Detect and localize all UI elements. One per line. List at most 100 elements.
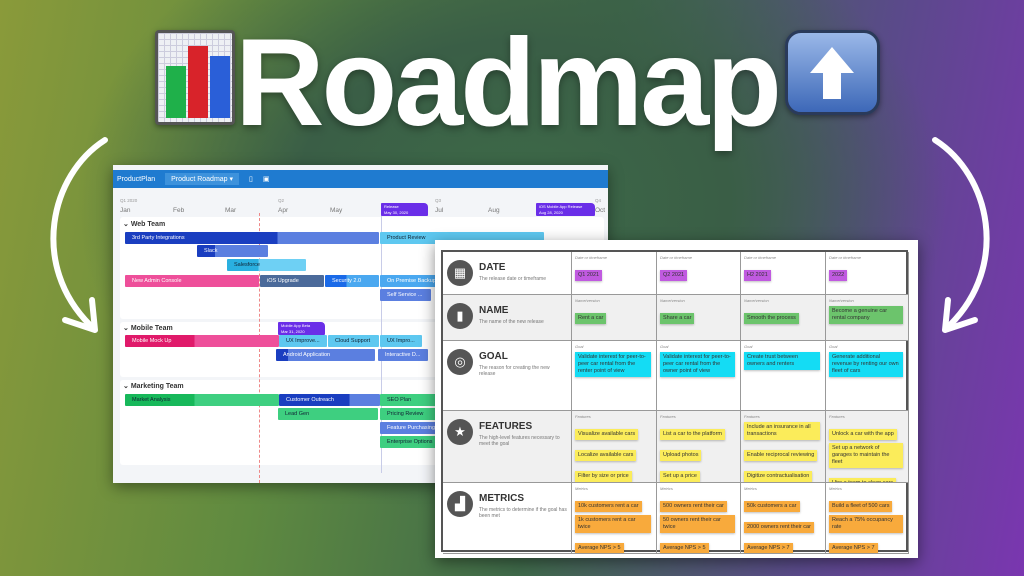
cell-hint: Goal	[575, 344, 584, 349]
bar[interactable]: New Admin Console	[125, 275, 259, 287]
month-label: Apr	[278, 207, 289, 214]
bar[interactable]: Salesforce	[227, 259, 306, 271]
sticky-note[interactable]: 2022	[829, 270, 848, 281]
milestone-mobile-beta[interactable]: Mobile App Beta Mar 31, 2020	[278, 322, 325, 335]
bar-chart-icon	[155, 30, 235, 125]
cell-hint: Date or timeframe	[744, 255, 777, 260]
sticky-note[interactable]: List a car to the platform	[660, 429, 725, 440]
row-description: The release date or timeframe	[479, 276, 546, 282]
sticky-note[interactable]: Reach a 75% occupancy rate	[829, 515, 903, 533]
quarter-label: Q3	[435, 198, 442, 203]
tag-icon: ▮	[447, 303, 473, 329]
bar[interactable]: Market Analysis	[125, 394, 279, 406]
sticky-note[interactable]: Build a fleet of 500 cars	[829, 501, 893, 512]
sticky-note[interactable]: Digitize contractualisation	[744, 471, 813, 482]
bar[interactable]: Slack	[197, 245, 268, 257]
bar[interactable]: Security 2.0	[325, 275, 379, 287]
bar[interactable]: Mobile Mock Up	[125, 335, 279, 347]
sticky-note[interactable]: Localize available cars	[575, 450, 637, 461]
bar[interactable]: SEO Plan	[380, 394, 440, 406]
roadmap-cell: Features Include an insurance in all tran…	[741, 411, 826, 483]
section-label[interactable]: ⌄ Web Team	[123, 220, 165, 228]
roadmap-cell: Features Visualize available cars Localize…	[572, 411, 657, 483]
sticky-note[interactable]: Upload photos	[660, 450, 702, 461]
sticky-note[interactable]: Validate interest for peer-to-peer car r…	[660, 352, 735, 377]
sticky-note[interactable]: 10k customers rent a car	[575, 501, 642, 512]
cell-hint: Date or timeframe	[575, 255, 608, 260]
cell-hint: Date or timeframe	[829, 255, 862, 260]
sticky-note[interactable]: Average NPS > 7	[829, 543, 878, 553]
sticky-note[interactable]: Q2 2021	[660, 270, 688, 281]
roadmap-select-label: Product Roadmap	[171, 176, 228, 183]
month-label: Mar	[225, 207, 237, 214]
sticky-note[interactable]: Visualize available cars	[575, 429, 639, 440]
bar[interactable]: Feature Purchasing	[380, 422, 440, 434]
milestone-ios-release[interactable]: iOS Mobile App Release Aug 28, 2020	[536, 203, 595, 216]
bar[interactable]: Pricing Review	[380, 408, 440, 420]
sticky-note[interactable]: Filter by size or price	[575, 471, 632, 482]
roadmap-canvas-screenshot: ▦ DATE The release date or timeframe Date o…	[435, 240, 918, 558]
sticky-note[interactable]: Share a car	[660, 313, 695, 324]
row-description: The metrics to determine if the goal has…	[479, 507, 567, 519]
roadmap-cell: Goal Create trust between owners and rent…	[741, 341, 826, 411]
bar[interactable]: Cloud Support	[328, 335, 379, 347]
bar[interactable]: Enterprise Options	[380, 436, 440, 448]
sticky-note[interactable]: Enable reciprocal reviewing	[744, 450, 818, 461]
sticky-note[interactable]: Validate interest for peer-to-peer car r…	[575, 352, 651, 377]
sticky-note[interactable]: Average NPS > 7	[744, 543, 793, 553]
page-title: Roadmap	[235, 14, 782, 152]
sticky-note[interactable]: 1k customers rent a car twice	[575, 515, 651, 533]
target-icon: ◎	[447, 349, 473, 375]
roadmap-cell: Date or timeframe Q1 2021	[572, 252, 657, 295]
sticky-note[interactable]: Unlock a car with the app	[829, 429, 897, 440]
curved-arrow-left-icon	[50, 137, 108, 333]
sticky-note[interactable]: 50k customers a car	[744, 501, 800, 512]
sticky-note[interactable]: Smooth the process	[744, 313, 799, 324]
bar[interactable]: Android Application	[276, 349, 375, 361]
row-header: ▦ DATE The release date or timeframe	[443, 252, 572, 295]
sticky-note[interactable]: 2000 owners rent their car	[744, 522, 814, 533]
sticky-note[interactable]: Include an insurance in all transactions	[744, 422, 820, 440]
sticky-note[interactable]: Generate additional revenue by renting o…	[829, 352, 903, 377]
section-label[interactable]: ⌄ Mobile Team	[123, 324, 173, 332]
roadmap-cell: Name/version Become a genuine car rental …	[826, 295, 909, 341]
bar[interactable]: 3rd Party Integrations	[125, 232, 379, 244]
cell-hint: Name/version	[829, 298, 854, 303]
cell-hint: Metrics	[744, 486, 757, 491]
sticky-note[interactable]: Q1 2021	[575, 270, 603, 281]
bar[interactable]: On Premise Backup	[380, 275, 440, 287]
cell-hint: Name/version	[575, 298, 600, 303]
sticky-note[interactable]: Become a genuine car rental company	[829, 306, 903, 324]
bar[interactable]: Customer Outreach	[279, 394, 380, 406]
sticky-note[interactable]: Average NPS > 5	[575, 543, 624, 553]
sticky-note[interactable]: Average NPS > 5	[660, 543, 709, 553]
bar[interactable]: Lead Gen	[278, 408, 378, 420]
row-title: METRICS	[479, 493, 524, 504]
bar[interactable]: UX Improve...	[279, 335, 327, 347]
sticky-note[interactable]: Set up a network of garages to maintain …	[829, 443, 903, 468]
cell-hint: Name/version	[660, 298, 685, 303]
bar[interactable]: Self Service ...	[380, 289, 431, 301]
sticky-note[interactable]: 50 owners rent their car twice	[660, 515, 735, 533]
bar[interactable]: Interactive D...	[378, 349, 428, 361]
bar[interactable]: iOS Upgrade	[260, 275, 324, 287]
bar[interactable]: UX Impro...	[380, 335, 422, 347]
milestone-release[interactable]: Release May 30, 2020	[381, 203, 428, 216]
month-label: Oct	[595, 207, 606, 214]
sticky-note[interactable]: Set up a price	[660, 471, 700, 482]
month-label: May	[330, 207, 343, 214]
export-icon[interactable]: ▣	[263, 175, 270, 183]
clipboard-icon[interactable]: ▯	[249, 175, 253, 183]
sticky-note[interactable]: H2 2021	[744, 270, 771, 281]
roadmap-select[interactable]: Product Roadmap ▾	[165, 173, 240, 185]
section-label[interactable]: ⌄ Marketing Team	[123, 382, 184, 390]
sticky-note[interactable]: 500 owners rent their car	[660, 501, 727, 512]
roadmap-cell: Features Unlock a car with the app Set up …	[826, 411, 909, 483]
quarter-label: Q1 2020	[120, 198, 138, 203]
sticky-note[interactable]: Create trust between owners and renters	[744, 352, 820, 370]
cell-hint: Features	[575, 414, 591, 419]
roadmap-cell: Metrics Build a fleet of 500 cars Reach a …	[826, 483, 909, 554]
sticky-note[interactable]: Rent a car	[575, 313, 607, 324]
cell-hint: Date or timeframe	[660, 255, 693, 260]
calendar-icon: ▦	[447, 260, 473, 286]
